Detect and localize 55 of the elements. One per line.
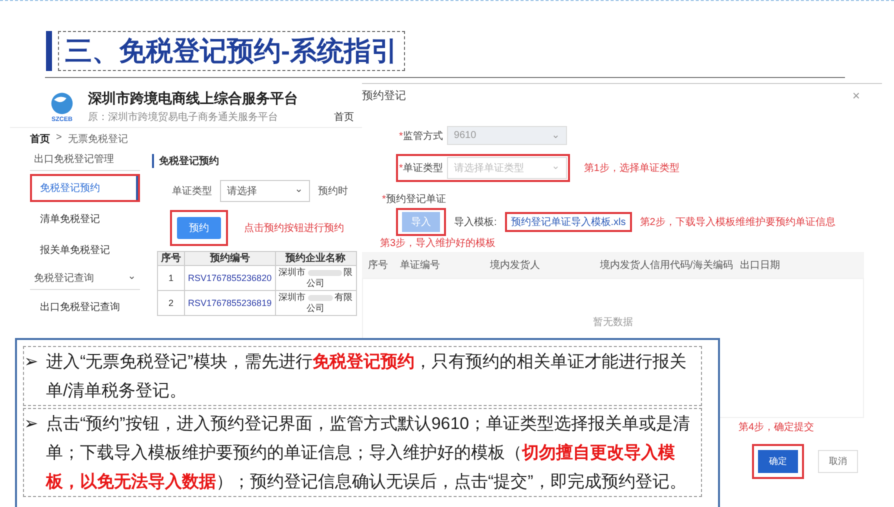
blurred-text xyxy=(308,270,342,276)
note-text: 进入“无票免税登记”模块，需先进行免税登记预约，只有预约的相关单证才能进行报关单/清单税务登记。 xyxy=(46,351,688,402)
company-text: 深圳市 xyxy=(278,267,306,278)
column-header: 序号 xyxy=(158,252,184,266)
slide-title: 三、免税登记预约-系统指引 xyxy=(58,31,405,71)
annotation-text: 第1步，选择单证类型 xyxy=(584,162,680,175)
template-label: 导入模板: xyxy=(454,216,497,229)
field-label: *单证类型 xyxy=(399,162,443,175)
sidebar-group[interactable]: 出口免税登记管理 xyxy=(34,152,114,166)
dialog-title: 预约登记 xyxy=(362,89,406,103)
portal-name: 深圳市跨境电商线上综合服务平台 xyxy=(88,90,298,108)
chevron-icon[interactable]: ⌄ xyxy=(128,271,136,285)
breadcrumb-link[interactable]: 首页 xyxy=(30,132,50,146)
sidebar-item[interactable]: 出口免税登记查询 xyxy=(30,293,140,321)
sidebar-item[interactable]: 清单免税登记 xyxy=(30,205,140,233)
table-cell: 2 xyxy=(158,290,184,316)
annotation-text: 第4步，确定提交 xyxy=(738,420,814,434)
note-text: 点击“预约”按钮，进入预约登记界面，监管方式默认9610；单证类型选择报关单或是清单；下载导入模板维护要预约的单证信息；导入维护好的模板（切勿擅自更改导入模板，以免无法导入数据）；预约登记信息确认无误后，点击“提交”，即完成预约登记。 xyxy=(46,413,692,493)
sidebar-item[interactable]: 免税登记预约 xyxy=(30,174,140,202)
annotation-text: 第2步，下载导入模板维维护要预约单证信息 xyxy=(640,216,836,229)
breadcrumb-current: 无票免税登记 xyxy=(68,132,128,146)
annotation-text: 第3步，导入维护好的模板 xyxy=(379,236,497,250)
template-link[interactable]: 预约登记单证导入模板.xls xyxy=(504,212,632,232)
column-header: 序号 xyxy=(368,258,389,272)
company-text: 深圳市 xyxy=(278,292,306,303)
reservation-link[interactable]: RSV1767855236820 xyxy=(184,266,276,290)
bullet-icon: ➢ xyxy=(24,409,46,496)
company-text: 公司 xyxy=(306,278,326,289)
annotation-text: 点击预约按钮进行预约 xyxy=(244,222,344,235)
company-text: 公司 xyxy=(306,303,326,314)
bullet-icon: ➢ xyxy=(24,347,46,405)
table-cell: 1 xyxy=(158,266,184,290)
company-text: 有限 xyxy=(334,292,353,303)
confirm-button[interactable]: 确定 xyxy=(758,450,798,473)
nav-link[interactable]: 首页 xyxy=(334,110,354,124)
filter-label: 预约时 xyxy=(318,184,348,198)
sidebar-item[interactable]: 报关单免税登记 xyxy=(30,236,140,264)
column-header: 单证编号 xyxy=(400,258,441,272)
filter-label: 单证类型 xyxy=(172,184,212,198)
field-label: *预约登记单证 xyxy=(382,192,447,206)
breadcrumb-separator: > xyxy=(56,132,62,145)
type-select[interactable]: 请选择 ⌄ xyxy=(220,180,310,202)
reservation-link[interactable]: RSV1767855236819 xyxy=(184,290,276,316)
column-header: 预约编号 xyxy=(184,252,276,266)
portal-subtitle: 原：深圳市跨境贸易电子商务通关服务平台 xyxy=(88,110,279,124)
field-label: *监管方式 xyxy=(399,130,443,142)
column-header: 出口日期 xyxy=(740,258,781,272)
column-header: 预约企业名称 xyxy=(275,252,356,266)
column-header: 境内发货人 xyxy=(490,258,541,272)
company-text: 限 xyxy=(344,267,353,278)
sidebar-group[interactable]: 免税登记查询 xyxy=(34,271,94,285)
empty-text: 暂无数据 xyxy=(593,316,633,329)
blurred-text xyxy=(308,294,333,300)
cancel-button[interactable]: 取消 xyxy=(818,450,858,473)
column-header: 境内发货人信用代码/海关编码 xyxy=(600,258,734,272)
